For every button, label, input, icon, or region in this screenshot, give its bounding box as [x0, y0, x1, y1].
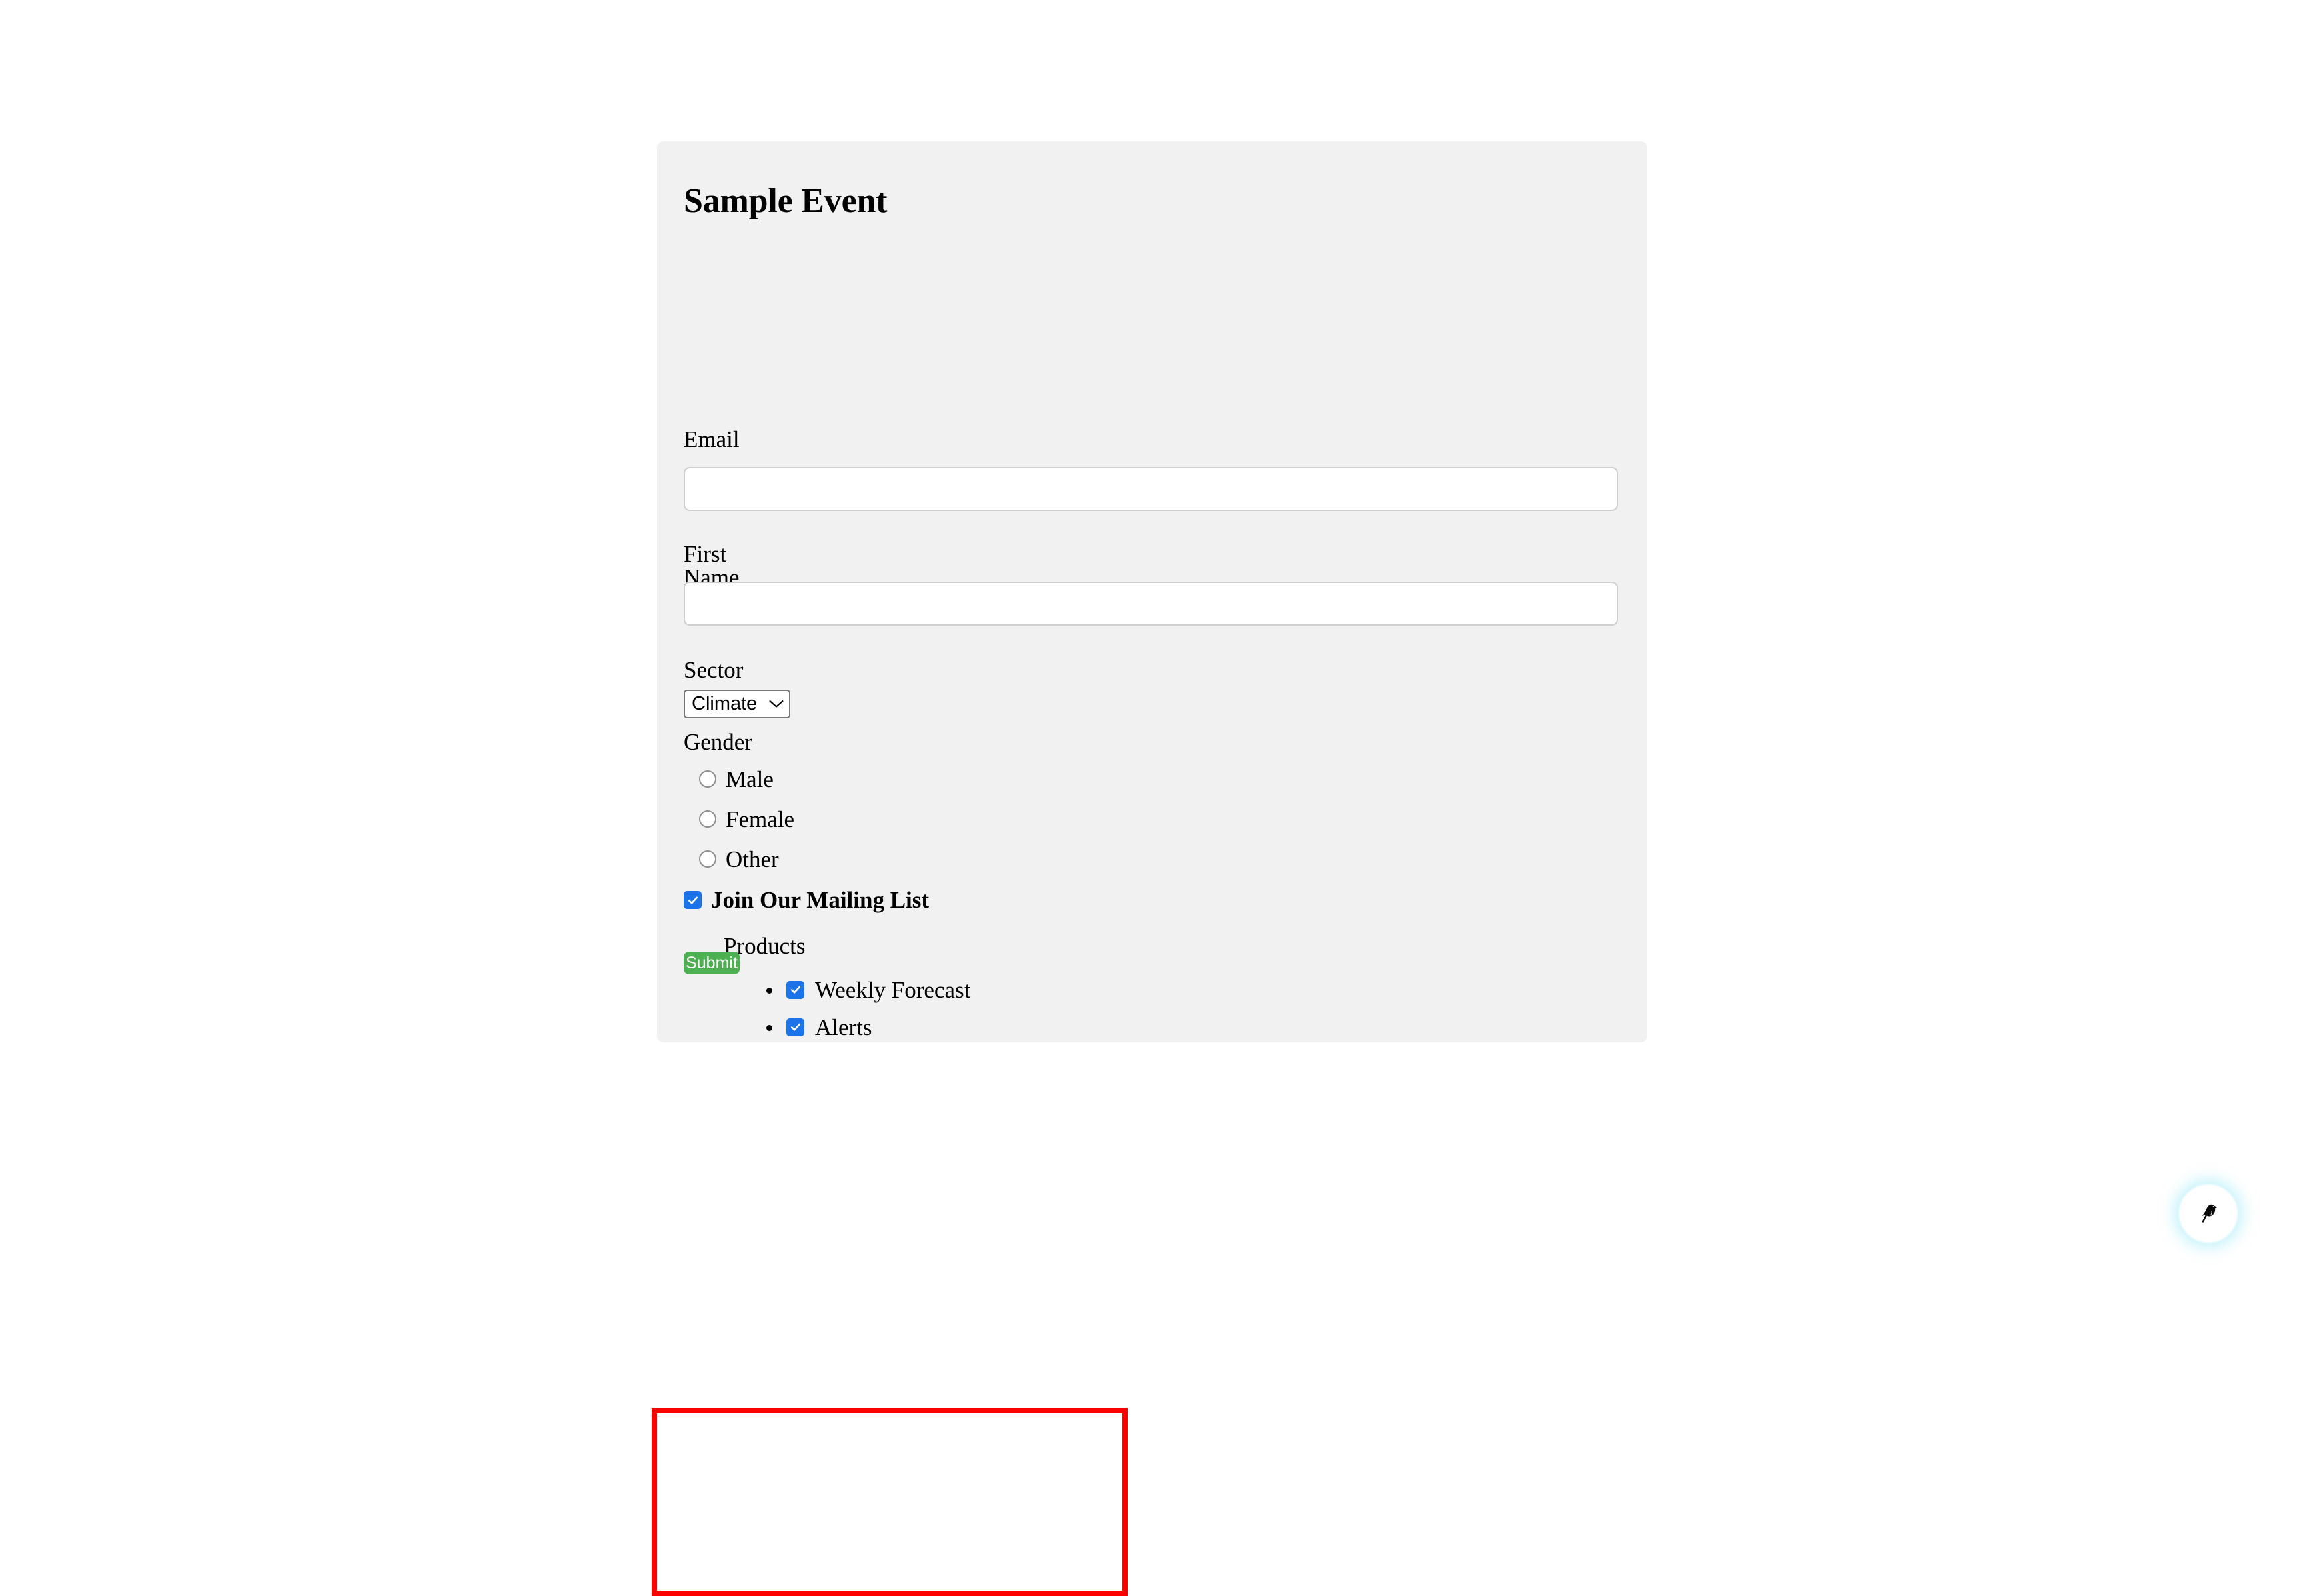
product-label: Alerts — [815, 1014, 872, 1040]
sector-label: Sector — [684, 657, 744, 683]
gender-option-label: Other — [726, 846, 779, 872]
mailing-list-highlight — [652, 1408, 1128, 1596]
chat-widget-button[interactable] — [2180, 1185, 2237, 1242]
gender-radio-list: Male Female Other — [684, 759, 794, 879]
gender-option-label: Male — [726, 766, 774, 792]
join-mailing-list-label: Join Our Mailing List — [711, 887, 930, 913]
radio-icon[interactable] — [699, 810, 716, 828]
list-item: Alerts — [782, 1007, 970, 1047]
mailing-list-group: Join Our Mailing List Products Weekly Fo… — [684, 888, 1150, 1039]
first-name-input[interactable] — [684, 582, 1618, 626]
sector-selected-value: Climate — [692, 693, 758, 714]
gender-option-label: Female — [726, 806, 795, 832]
products-list: Weekly Forecast Alerts — [750, 972, 970, 1047]
checkbox-checked-icon[interactable] — [786, 1018, 804, 1036]
radio-icon[interactable] — [699, 850, 716, 868]
event-form-card: Sample Event Email First Name Sector Cli… — [652, 141, 1647, 1596]
product-row-alerts[interactable]: Alerts — [786, 1007, 970, 1047]
chevron-down-icon — [769, 700, 784, 708]
checkbox-checked-icon[interactable] — [684, 891, 702, 909]
gender-label: Gender — [684, 729, 753, 755]
gender-option-other[interactable]: Other — [684, 839, 794, 879]
join-mailing-list-row[interactable]: Join Our Mailing List — [684, 888, 1150, 912]
product-row-weekly-forecast[interactable]: Weekly Forecast — [786, 970, 970, 1010]
submit-button[interactable]: Submit — [684, 952, 740, 974]
gender-option-male[interactable]: Male — [684, 759, 794, 799]
page-title: Sample Event — [684, 182, 888, 220]
checkbox-checked-icon[interactable] — [786, 980, 804, 999]
email-input[interactable] — [684, 467, 1618, 511]
email-label: Email — [684, 426, 740, 452]
radio-icon[interactable] — [699, 770, 716, 788]
bird-icon — [2194, 1199, 2222, 1227]
sector-select[interactable]: Climate — [684, 690, 791, 718]
list-item: Weekly Forecast — [782, 970, 970, 1010]
gender-option-female[interactable]: Female — [684, 799, 794, 839]
product-label: Weekly Forecast — [815, 976, 971, 1003]
